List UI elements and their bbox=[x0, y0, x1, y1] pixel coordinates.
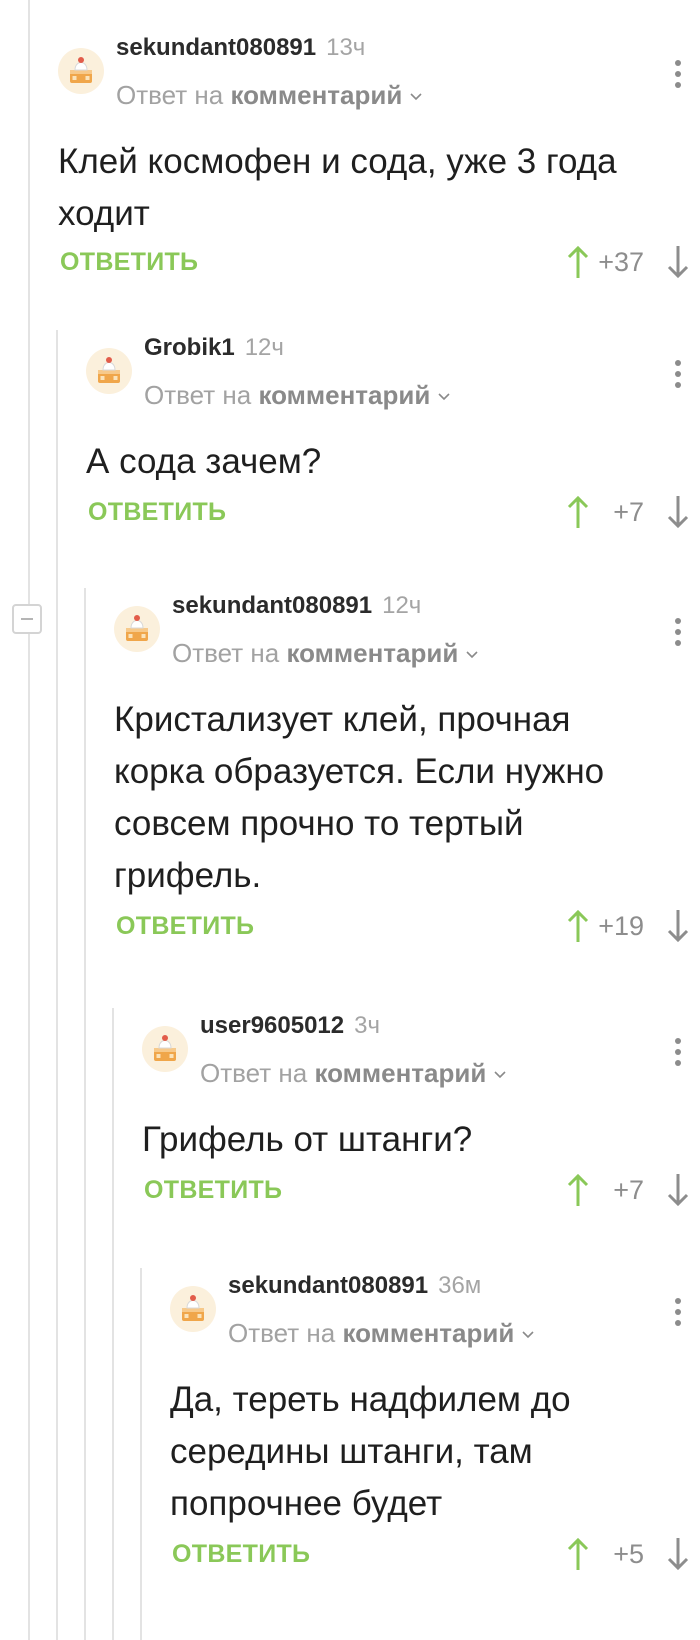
comment-footer: ОТВЕТИТЬ +37 bbox=[58, 242, 700, 282]
collapse-thread-button[interactable] bbox=[12, 604, 42, 634]
avatar[interactable] bbox=[170, 1286, 216, 1332]
timestamp: 13ч bbox=[326, 34, 366, 61]
comment-footer: ОТВЕТИТЬ +19 bbox=[114, 906, 700, 946]
arrow-down-icon[interactable] bbox=[666, 494, 690, 530]
arrow-up-icon[interactable] bbox=[566, 1172, 590, 1208]
comment-author: sekundant080891 13ч bbox=[116, 34, 365, 62]
comment: sekundant080891 36м Ответ на комментарий … bbox=[170, 1270, 700, 1600]
arrow-up-icon[interactable] bbox=[566, 244, 590, 280]
reply-to-line: Ответ на комментарий bbox=[116, 80, 422, 110]
rating-value: +19 bbox=[598, 911, 644, 941]
default-avatar-cake-icon bbox=[86, 348, 132, 394]
more-options-button[interactable] bbox=[668, 1032, 688, 1072]
arrow-down-icon[interactable] bbox=[666, 244, 690, 280]
more-vertical-icon bbox=[675, 1298, 681, 1304]
default-avatar-cake-icon bbox=[58, 48, 104, 94]
more-vertical-icon bbox=[675, 1038, 681, 1044]
more-options-button[interactable] bbox=[668, 354, 688, 394]
arrow-down-icon[interactable] bbox=[666, 1172, 690, 1208]
parent-comment-link[interactable]: комментарий bbox=[286, 638, 458, 668]
username-link[interactable]: user9605012 bbox=[200, 1012, 344, 1039]
arrow-up-icon[interactable] bbox=[566, 908, 590, 944]
default-avatar-cake-icon bbox=[170, 1286, 216, 1332]
rating-value: +5 bbox=[613, 1539, 644, 1569]
more-vertical-icon bbox=[675, 618, 681, 624]
username-link[interactable]: Grobik1 bbox=[144, 334, 235, 361]
comment-author: user9605012 3ч bbox=[200, 1012, 380, 1040]
reply-button[interactable]: ОТВЕТИТЬ bbox=[88, 496, 226, 528]
reply-button[interactable]: ОТВЕТИТЬ bbox=[172, 1538, 310, 1570]
reply-to-prefix: Ответ на bbox=[200, 1058, 308, 1088]
arrow-down-icon[interactable] bbox=[666, 1536, 690, 1572]
username-link[interactable]: sekundant080891 bbox=[172, 592, 372, 619]
reply-button[interactable]: ОТВЕТИТЬ bbox=[60, 246, 198, 278]
comment-text: Клей космофен и сода, уже 3 года ходит bbox=[58, 142, 617, 233]
comment: sekundant080891 13ч Ответ на комментарий … bbox=[58, 32, 700, 302]
comment: user9605012 3ч Ответ на комментарий Грифе… bbox=[142, 1010, 700, 1240]
username-link[interactable]: sekundant080891 bbox=[228, 1272, 428, 1299]
chevron-down-icon[interactable] bbox=[410, 93, 422, 101]
avatar[interactable] bbox=[86, 348, 132, 394]
comment-footer: ОТВЕТИТЬ +7 bbox=[86, 492, 700, 532]
rating-value: +7 bbox=[613, 497, 644, 527]
parent-comment-link[interactable]: комментарий bbox=[342, 1318, 514, 1348]
more-options-button[interactable] bbox=[668, 54, 688, 94]
rating-value: +7 bbox=[613, 1175, 644, 1205]
more-options-button[interactable] bbox=[668, 1292, 688, 1332]
comment-footer: ОТВЕТИТЬ +5 bbox=[170, 1534, 700, 1574]
comment: sekundant080891 12ч Ответ на комментарий … bbox=[114, 590, 700, 990]
default-avatar-cake-icon bbox=[142, 1026, 188, 1072]
comment-author: Grobik1 12ч bbox=[144, 334, 284, 362]
timestamp: 3ч bbox=[354, 1012, 380, 1039]
reply-to-prefix: Ответ на bbox=[228, 1318, 336, 1348]
arrow-up-icon[interactable] bbox=[566, 1536, 590, 1572]
comment-author: sekundant080891 36м bbox=[228, 1272, 481, 1300]
parent-comment-link[interactable]: комментарий bbox=[230, 80, 402, 110]
username-link[interactable]: sekundant080891 bbox=[116, 34, 316, 61]
parent-comment-link[interactable]: комментарий bbox=[314, 1058, 486, 1088]
comment: Grobik1 12ч Ответ на комментарий А сода з… bbox=[86, 332, 700, 562]
reply-to-prefix: Ответ на bbox=[144, 380, 252, 410]
chevron-down-icon[interactable] bbox=[494, 1071, 506, 1079]
thread-line bbox=[84, 588, 86, 1640]
comment-text: Кристализует клей, прочная корка образуе… bbox=[114, 700, 605, 895]
reply-to-line: Ответ на комментарий bbox=[200, 1058, 506, 1088]
more-vertical-icon bbox=[675, 60, 681, 66]
timestamp: 12ч bbox=[244, 334, 284, 361]
parent-comment-link[interactable]: комментарий bbox=[258, 380, 430, 410]
timestamp: 36м bbox=[438, 1272, 482, 1299]
chevron-down-icon[interactable] bbox=[522, 1331, 534, 1339]
thread-line bbox=[56, 330, 58, 1640]
comment-text: Грифель от штанги? bbox=[142, 1120, 473, 1159]
reply-button[interactable]: ОТВЕТИТЬ bbox=[144, 1174, 282, 1206]
default-avatar-cake-icon bbox=[114, 606, 160, 652]
comment-text: А сода зачем? bbox=[86, 442, 322, 481]
chevron-down-icon[interactable] bbox=[438, 393, 450, 401]
minus-icon bbox=[21, 618, 33, 620]
arrow-down-icon[interactable] bbox=[666, 908, 690, 944]
reply-to-prefix: Ответ на bbox=[172, 638, 280, 668]
rating-value: +37 bbox=[598, 247, 644, 277]
more-options-button[interactable] bbox=[668, 612, 688, 652]
reply-button[interactable]: ОТВЕТИТЬ bbox=[116, 910, 254, 942]
avatar[interactable] bbox=[58, 48, 104, 94]
comment-author: sekundant080891 12ч bbox=[172, 592, 421, 620]
thread-line bbox=[112, 1008, 114, 1640]
comment-text: Да, тереть надфилем до середины штанги, … bbox=[170, 1380, 571, 1523]
thread-line bbox=[140, 1268, 142, 1640]
reply-to-line: Ответ на комментарий bbox=[144, 380, 450, 410]
avatar[interactable] bbox=[114, 606, 160, 652]
reply-to-prefix: Ответ на bbox=[116, 80, 224, 110]
thread-line bbox=[28, 0, 30, 1640]
arrow-up-icon[interactable] bbox=[566, 494, 590, 530]
reply-to-line: Ответ на комментарий bbox=[172, 638, 478, 668]
chevron-down-icon[interactable] bbox=[466, 651, 478, 659]
avatar[interactable] bbox=[142, 1026, 188, 1072]
timestamp: 12ч bbox=[382, 592, 422, 619]
comment-footer: ОТВЕТИТЬ +7 bbox=[142, 1170, 700, 1210]
reply-to-line: Ответ на комментарий bbox=[228, 1318, 534, 1348]
more-vertical-icon bbox=[675, 360, 681, 366]
